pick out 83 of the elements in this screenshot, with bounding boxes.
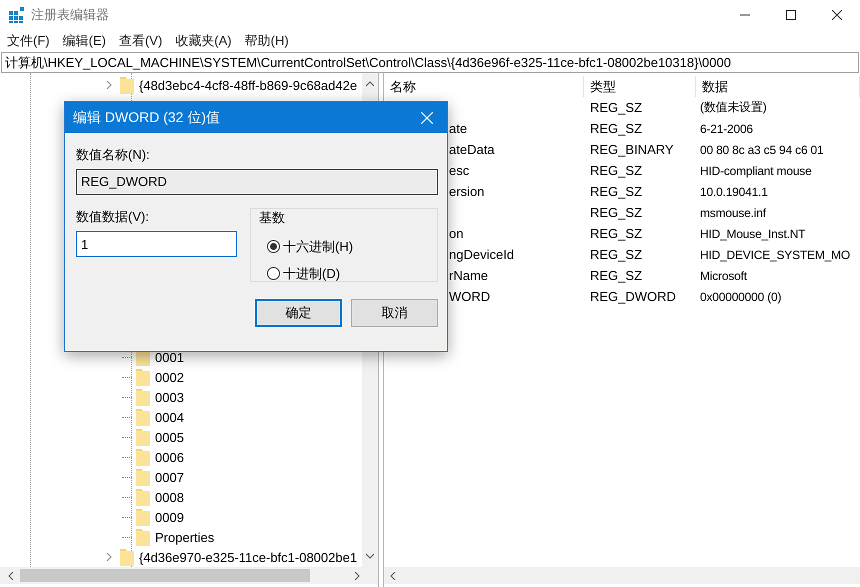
table-cell-text: REG_SZ xyxy=(589,205,644,220)
caret-up-icon xyxy=(366,81,374,87)
tree-item[interactable]: 0006 xyxy=(155,450,184,464)
table-cell-text: ate xyxy=(448,121,468,136)
caret-left-icon xyxy=(390,572,396,580)
folder-icon xyxy=(136,488,150,506)
maximize-icon xyxy=(786,10,796,20)
folder-icon xyxy=(136,388,150,406)
table-cell-text: REG_SZ xyxy=(589,226,644,241)
table-cell-text: REG_SZ xyxy=(589,100,644,115)
table-cell-text: Microsoft xyxy=(699,268,747,282)
table-cell-text: REG_BINARY xyxy=(589,142,675,157)
folder-icon xyxy=(120,76,134,94)
menu-item[interactable]: 收藏夹(A) xyxy=(175,32,232,50)
tree-item[interactable]: 0002 xyxy=(155,370,184,384)
tree-item[interactable]: 0003 xyxy=(155,390,184,404)
folder-icon xyxy=(136,528,150,546)
field-label: 数值名称(N): xyxy=(76,146,151,164)
table-cell-text: msmouse.inf xyxy=(699,206,766,220)
input-field[interactable]: REG_DWORD xyxy=(76,169,438,195)
folder-icon xyxy=(136,508,150,526)
address-bar[interactable]: 计算机\HKEY_LOCAL_MACHINE\SYSTEM\CurrentControlSet\Control\Class\{4d36e96f-e325-11ce-bfc1-08002be10318}\0000 xyxy=(1,52,859,73)
table-cell-text: REG_DWORD xyxy=(589,289,677,304)
registry-icon xyxy=(9,7,25,23)
table-cell-text: esc xyxy=(448,163,470,178)
table-cell-text: 0x00000000 (0) xyxy=(699,290,782,304)
table-cell-text: REG_SZ xyxy=(589,268,644,283)
horizontal-scrollbar[interactable] xyxy=(384,567,860,584)
folder-icon xyxy=(136,448,150,466)
column-header[interactable]: 名称 xyxy=(384,76,584,97)
close-icon xyxy=(832,10,842,20)
table-cell-text: rName xyxy=(448,268,490,283)
window-title: 注册表编辑器 xyxy=(31,6,109,24)
tree-item[interactable]: 0007 xyxy=(155,470,184,484)
column-header[interactable]: 数据 xyxy=(696,76,860,97)
table-cell-text: 10.0.19041.1 xyxy=(699,184,768,198)
tree-item[interactable]: 0004 xyxy=(155,410,184,424)
menu-item[interactable]: 查看(V) xyxy=(118,32,162,50)
table-cell-text: REG_SZ xyxy=(589,184,644,199)
dialog-button[interactable]: 取消 xyxy=(351,299,438,327)
folder-icon xyxy=(136,468,150,486)
column-header[interactable]: 类型 xyxy=(584,76,696,97)
radio-option[interactable]: 十进制(D) xyxy=(259,260,429,287)
table-cell-text: WORD xyxy=(448,289,492,304)
table-cell-text: HID_Mouse_Inst.NT xyxy=(699,226,806,240)
table-cell-text: HID-compliant mouse xyxy=(699,164,812,178)
folder-icon xyxy=(136,428,150,446)
table-cell-text: 6-21-2006 xyxy=(699,122,753,136)
horizontal-scrollbar[interactable] xyxy=(0,567,378,584)
table-cell-text: on xyxy=(448,226,464,241)
table-cell-text: HID_DEVICE_SYSTEM_MO xyxy=(699,248,850,262)
table-cell-text: (数值未设置) xyxy=(699,99,767,116)
close-icon xyxy=(421,112,433,124)
tree-item[interactable]: {48d3ebc4-4cf8-48ff-b869-9c68ad42e xyxy=(139,78,358,92)
input-field[interactable]: 1 xyxy=(76,231,237,257)
group-label: 基数 xyxy=(259,209,286,227)
menu-item[interactable]: 文件(F) xyxy=(7,32,50,50)
tree-item[interactable]: 0005 xyxy=(155,430,184,444)
dialog-title: 编辑 DWORD (32 位)值 xyxy=(73,108,220,126)
table-cell-text: REG_SZ xyxy=(589,121,644,136)
menu-item[interactable]: 帮助(H) xyxy=(244,32,289,50)
tree-item[interactable]: 0008 xyxy=(155,490,184,504)
caret-left-icon xyxy=(8,572,14,580)
table-cell-text: ersion xyxy=(448,184,486,199)
tree-item[interactable]: {4d36e970-e325-11ce-bfc1-08002be1 xyxy=(139,550,358,564)
tree-item[interactable]: Properties xyxy=(155,530,214,544)
table-cell-text: REG_SZ xyxy=(589,163,644,178)
radio-option[interactable]: 十六进制(H) xyxy=(259,233,429,260)
caret-down-icon xyxy=(366,553,374,559)
tree-item[interactable]: 0001 xyxy=(155,350,184,364)
folder-icon xyxy=(120,548,134,566)
scrollbar-thumb[interactable] xyxy=(20,569,310,582)
folder-icon xyxy=(136,368,150,386)
menu-item[interactable]: 编辑(E) xyxy=(62,32,106,50)
table-cell-text: REG_SZ xyxy=(589,247,644,262)
caret-right-icon xyxy=(354,572,360,580)
dialog-button[interactable]: 确定 xyxy=(255,299,342,327)
field-label: 数值数据(V): xyxy=(76,208,150,226)
folder-icon xyxy=(136,408,150,426)
table-cell-text: ateData xyxy=(448,142,496,157)
table-cell-text: 00 80 8c a3 c5 94 c6 01 xyxy=(699,142,824,156)
tree-item[interactable]: 0009 xyxy=(155,510,184,524)
table-cell-text: ngDeviceId xyxy=(448,247,516,262)
